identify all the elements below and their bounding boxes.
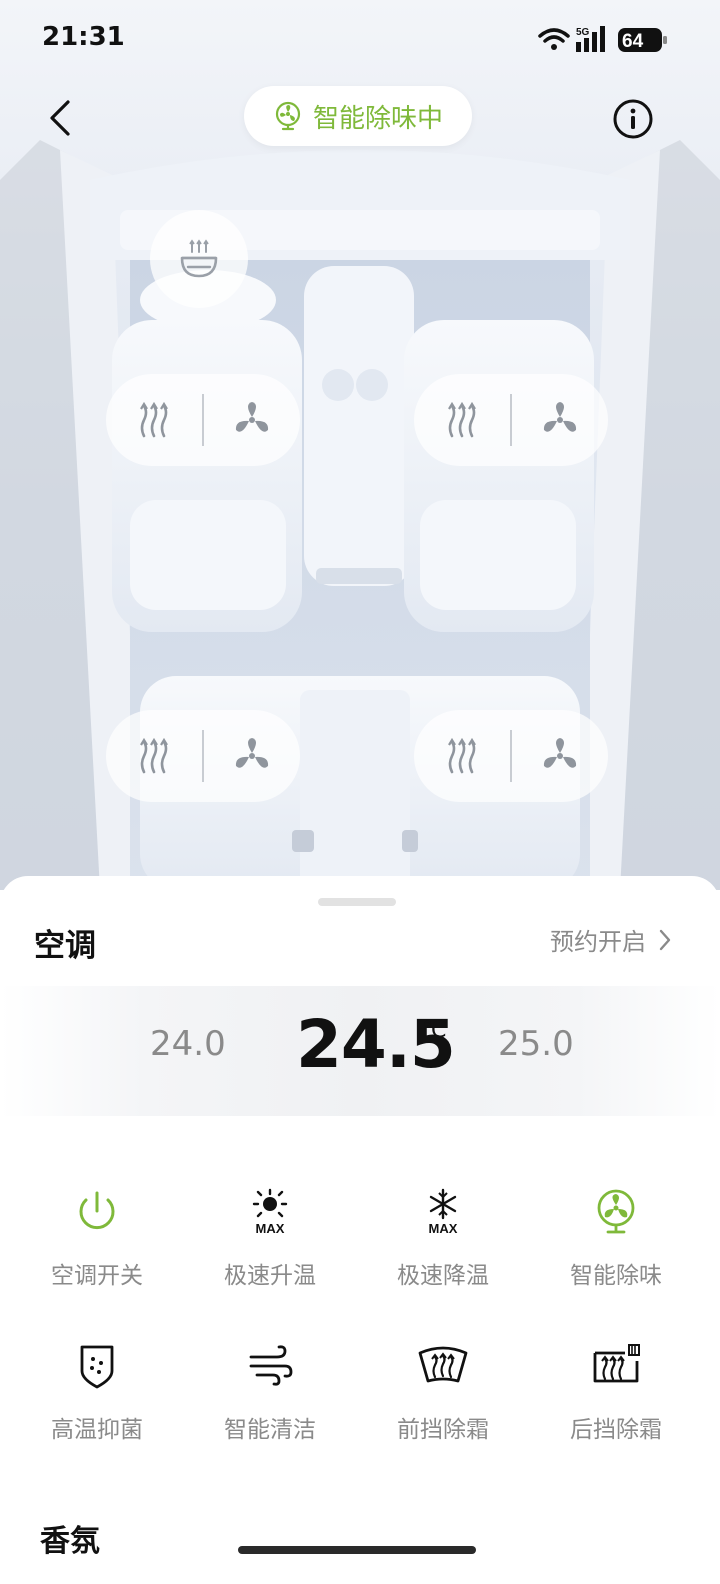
status-time: 21:31 — [42, 22, 125, 52]
seat-fan-icon — [235, 738, 269, 768]
seat-heat-icon — [448, 737, 476, 774]
front-defrost-icon — [413, 1336, 473, 1396]
mode-label: 智能除味中 — [312, 103, 443, 134]
svg-text:MAX: MAX — [256, 1221, 285, 1236]
temp-lower-option[interactable]: 24.0 — [150, 1024, 226, 1064]
power-icon — [67, 1182, 127, 1242]
seat-heat-icon — [140, 737, 168, 774]
high-temp-sterilize-button[interactable]: 高温抑菌 — [22, 1336, 172, 1446]
ac-power-button[interactable]: 空调开关 — [22, 1182, 172, 1292]
temp-unit: ℃ — [422, 1018, 447, 1043]
drag-handle[interactable] — [318, 898, 396, 906]
smart-deodorize-button[interactable]: 智能除味 — [541, 1182, 691, 1292]
wifi-icon — [538, 28, 570, 50]
seat-heat-icon — [140, 401, 168, 438]
seat-fan-button[interactable] — [204, 710, 300, 802]
schedule-label: 预约开启 — [550, 928, 646, 956]
seat-heat-icon — [448, 401, 476, 438]
func-label: 后挡除霜 — [570, 1417, 662, 1443]
seat-fan-icon — [543, 402, 577, 432]
seat-fan-button[interactable] — [512, 374, 608, 466]
seat-front-right-controls — [414, 374, 608, 466]
func-label: 前挡除霜 — [397, 1417, 489, 1443]
steering-wheel-heat-button[interactable] — [150, 210, 248, 308]
panel-title: 空调 — [34, 928, 96, 964]
fragrance-section-title: 香氛 — [40, 1516, 160, 1584]
seat-rear-left-controls — [106, 710, 300, 802]
seat-fan-button[interactable] — [204, 374, 300, 466]
info-button[interactable] — [610, 96, 656, 142]
network-type: 5G — [576, 27, 590, 38]
deodorize-status-pill[interactable]: 智能除味中 — [244, 86, 472, 146]
fan-icon — [275, 101, 301, 131]
back-button[interactable] — [40, 96, 80, 140]
rear-defrost-button[interactable]: 后挡除霜 — [541, 1336, 691, 1446]
func-label: 极速降温 — [397, 1263, 489, 1289]
battery-icon: 64 — [618, 28, 667, 52]
seat-heat-button[interactable] — [106, 710, 202, 802]
seat-fan-icon — [543, 738, 577, 768]
schedule-button[interactable]: 预约开启 — [550, 922, 672, 957]
chevron-right-icon — [659, 929, 671, 950]
front-defrost-button[interactable]: 前挡除霜 — [368, 1336, 518, 1446]
func-label: 极速升温 — [224, 1263, 316, 1289]
back-arrow-icon — [50, 100, 70, 136]
seat-fan-button[interactable] — [512, 710, 608, 802]
seat-front-left-controls — [106, 374, 300, 466]
car-interior-view: 21:31 5G 64 智能除味中 — [0, 0, 720, 890]
next-section-title: 香氛 — [40, 1524, 100, 1559]
seat-heat-button[interactable] — [414, 710, 510, 802]
rear-defrost-icon — [586, 1336, 646, 1396]
status-icons: 5G 64 — [538, 26, 667, 52]
func-label: 高温抑菌 — [51, 1417, 143, 1443]
fan-deodorize-icon — [586, 1182, 646, 1242]
seat-fan-icon — [235, 402, 269, 432]
func-label: 空调开关 — [51, 1263, 143, 1289]
climate-control-panel: 空调 预约开启 24.0 24.5 ℃ 25.0 空调开关 MAX 极速升温 M… — [0, 876, 720, 1584]
svg-text:MAX: MAX — [429, 1221, 458, 1236]
rapid-cool-button[interactable]: MAX 极速降温 — [368, 1182, 518, 1292]
rapid-heat-button[interactable]: MAX 极速升温 — [195, 1182, 345, 1292]
steering-wheel-heat-icon — [180, 239, 218, 278]
func-label: 智能清洁 — [224, 1417, 316, 1443]
func-label: 智能除味 — [570, 1263, 662, 1289]
battery-level: 64 — [622, 31, 644, 52]
info-icon — [613, 99, 653, 139]
smart-clean-button[interactable]: 智能清洁 — [195, 1336, 345, 1446]
seat-rear-right-controls — [414, 710, 608, 802]
wind-clean-icon — [240, 1336, 300, 1396]
temp-higher-option[interactable]: 25.0 — [498, 1024, 574, 1064]
status-bar: 21:31 5G 64 — [0, 0, 720, 80]
seat-heat-button[interactable] — [414, 374, 510, 466]
sun-max-icon: MAX — [240, 1182, 300, 1242]
snowflake-max-icon: MAX — [413, 1182, 473, 1242]
home-indicator[interactable] — [238, 1546, 476, 1554]
sterilize-shield-icon — [67, 1336, 127, 1396]
seat-heat-button[interactable] — [106, 374, 202, 466]
